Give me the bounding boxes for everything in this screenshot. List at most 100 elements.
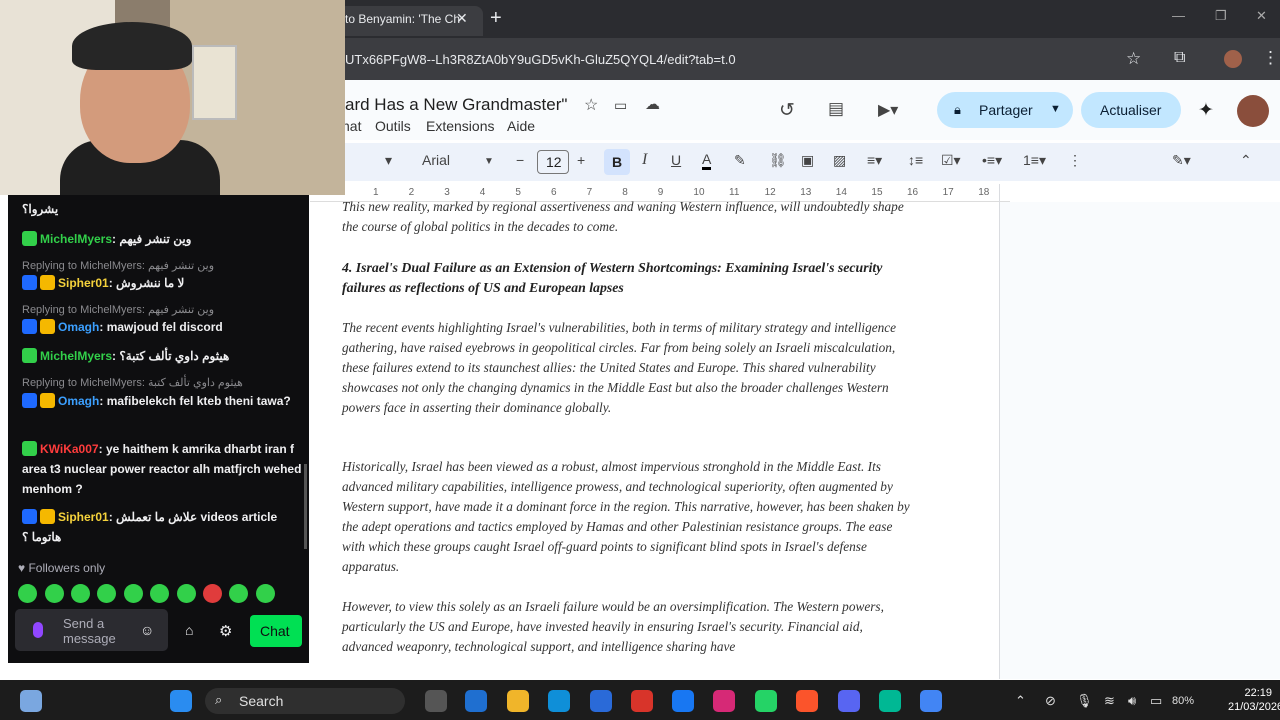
search-icon: ⌕	[215, 692, 223, 707]
instagram-icon[interactable]	[713, 690, 735, 712]
add-comment-icon[interactable]: ▣	[801, 152, 814, 169]
menu-extensions[interactable]: Extensions	[426, 118, 494, 134]
volume-icon[interactable]: 🔊︎	[1128, 693, 1136, 709]
collapse-toolbar-icon[interactable]: ⌃	[1240, 152, 1252, 169]
app-l-icon[interactable]	[631, 690, 653, 712]
bullet-list-icon[interactable]: •≡▾	[982, 152, 1002, 169]
emote-picker-icon[interactable]: ☺	[140, 622, 154, 638]
editing-mode-icon[interactable]: ✎▾	[1172, 152, 1191, 169]
emote-icon[interactable]	[18, 584, 37, 603]
profile-avatar[interactable]	[1224, 50, 1242, 68]
paragraph-2[interactable]: Historically, Israel has been viewed as …	[342, 457, 912, 577]
edge-icon[interactable]	[548, 690, 570, 712]
whatsapp-icon[interactable]	[755, 690, 777, 712]
chrome-icon[interactable]	[920, 690, 942, 712]
more-options-icon[interactable]: ⋮	[1068, 152, 1082, 169]
emote-icon[interactable]	[97, 584, 116, 603]
move-folder-icon[interactable]: ▭	[614, 97, 627, 114]
bookmark-star-icon[interactable]: ☆	[1126, 49, 1141, 69]
store-app-icon[interactable]	[590, 690, 612, 712]
chat-scrollbar[interactable]	[304, 464, 307, 549]
chat-message: Omagh: mafibelekch fel kteb theni tawa?	[22, 391, 306, 411]
numbered-list-icon[interactable]: 1≡▾	[1023, 152, 1046, 169]
section-heading[interactable]: 4. Israel's Dual Failure as an Extension…	[342, 258, 912, 298]
discord-icon[interactable]	[838, 690, 860, 712]
store-icon[interactable]: ⌂	[185, 622, 193, 638]
title-star-icon[interactable]: ☆	[584, 95, 598, 115]
meet-icon[interactable]: ▶▾	[878, 100, 898, 120]
battery-icon[interactable]: ▭	[1150, 693, 1162, 709]
chat-message: KWiKa007: ye haithem k amrika dharbt ira…	[22, 441, 302, 496]
widgets-icon[interactable]	[20, 690, 42, 712]
emote-icon[interactable]	[203, 584, 222, 603]
extensions-icon[interactable]: ⧉	[1174, 49, 1185, 67]
reply-context: Replying to MichelMyers: هيثوم داوي تألف…	[22, 377, 243, 389]
update-button[interactable]: Actualiser	[1081, 92, 1181, 128]
app-icon[interactable]	[879, 690, 901, 712]
tray-expand-icon[interactable]: ⌃	[1015, 693, 1026, 709]
user-avatar[interactable]	[1237, 95, 1269, 127]
mic-icon[interactable]	[33, 622, 43, 638]
reply-context: Replying to MichelMyers: وين تنشر فيهم	[22, 304, 215, 316]
menu-help[interactable]: Aide	[507, 118, 535, 134]
style-dropdown-icon[interactable]: ▾	[385, 152, 392, 169]
chat-input-placeholder[interactable]: Send a message	[63, 616, 133, 646]
task-view-icon[interactable]	[425, 690, 447, 712]
highlight-icon[interactable]: ✎	[734, 152, 746, 169]
comments-icon[interactable]: ▤	[828, 99, 844, 119]
font-size-input[interactable]: 12	[537, 150, 569, 174]
lock-icon: 🔒︎	[954, 102, 961, 117]
file-explorer-icon[interactable]	[507, 690, 529, 712]
emote-icon[interactable]	[229, 584, 248, 603]
window-close-icon[interactable]: ✕	[1256, 8, 1267, 24]
tab-close-icon[interactable]: ✕	[456, 10, 468, 27]
doc-title[interactable]: ard Has a New Grandmaster"	[345, 95, 567, 115]
insert-image-icon[interactable]: ▨	[833, 152, 846, 169]
emote-icon[interactable]	[71, 584, 90, 603]
underline-button[interactable]: U	[671, 152, 681, 168]
line-spacing-icon[interactable]: ↕≡	[908, 152, 923, 168]
emote-icon[interactable]	[150, 584, 169, 603]
chat-send-button[interactable]: Chat	[250, 615, 302, 647]
font-dropdown-icon[interactable]: ▼	[484, 156, 494, 167]
decrease-font-icon[interactable]: −	[516, 152, 524, 168]
clock[interactable]: 22:19 21/03/2026	[1228, 686, 1280, 714]
restore-icon[interactable]: ❐	[1215, 8, 1227, 24]
font-dropdown[interactable]: Arial	[422, 152, 450, 168]
emote-icon[interactable]	[124, 584, 143, 603]
paragraph-3[interactable]: However, to view this solely as an Israe…	[342, 597, 912, 657]
menu-tools[interactable]: Outils	[375, 118, 411, 134]
paragraph-intro[interactable]: This new reality, marked by regional ass…	[342, 197, 912, 237]
gemini-icon[interactable]: ✦	[1198, 99, 1214, 122]
emote-icon[interactable]	[256, 584, 275, 603]
align-icon[interactable]: ≡▾	[867, 152, 882, 169]
wifi-icon[interactable]: ≋	[1104, 693, 1115, 709]
bold-button[interactable]: B	[604, 149, 630, 175]
link-icon[interactable]: ⛓	[769, 152, 787, 169]
cloud-status-icon[interactable]: ☁	[645, 95, 660, 113]
facebook-icon[interactable]	[672, 690, 694, 712]
emote-icon[interactable]	[45, 584, 64, 603]
share-dropdown-icon[interactable]: ▼	[1050, 103, 1061, 115]
reply-context: Replying to MichelMyers: وين تنشر فيهم	[22, 260, 215, 272]
url-field[interactable]: UTx66PFgW8--Lh3R8ZtA0bY9uGD5vKh-GluZ5QYQ…	[345, 52, 736, 67]
increase-font-icon[interactable]: +	[577, 152, 585, 168]
text-color-button[interactable]: A	[702, 152, 712, 170]
time: 22:19	[1244, 687, 1272, 699]
minimize-icon[interactable]: —	[1172, 8, 1185, 23]
start-icon[interactable]	[170, 690, 192, 712]
paragraph-1[interactable]: The recent events highlighting Israel's …	[342, 318, 912, 418]
checklist-icon[interactable]: ☑▾	[941, 152, 961, 169]
italic-button[interactable]: I	[642, 151, 647, 169]
browser-menu-icon[interactable]: ⋮	[1262, 48, 1279, 68]
gear-icon[interactable]: ⚙	[219, 622, 232, 640]
history-icon[interactable]: ↺	[779, 99, 795, 122]
followers-only-label: ♥ Followers only	[18, 561, 106, 575]
brave-icon[interactable]	[796, 690, 818, 712]
tray-app-icon[interactable]: ⊘	[1045, 693, 1056, 709]
emote-icon[interactable]	[177, 584, 196, 603]
taskbar-search[interactable]: Search	[205, 688, 405, 714]
new-tab-button[interactable]: +	[490, 7, 502, 30]
mic-tray-icon[interactable]: 🎙︎	[1076, 693, 1093, 709]
app-icon[interactable]	[465, 690, 487, 712]
